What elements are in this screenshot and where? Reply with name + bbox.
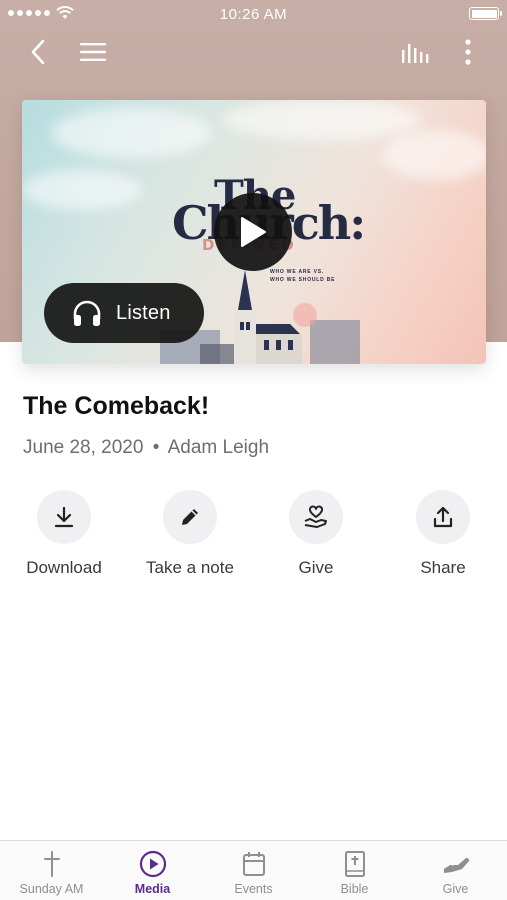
- meta-separator: •: [152, 437, 160, 458]
- share-icon: [433, 506, 453, 528]
- take-note-label: Take a note: [146, 558, 234, 577]
- chevron-left-icon: [31, 39, 45, 65]
- menu-button[interactable]: [74, 34, 112, 70]
- tab-sunday-am[interactable]: Sunday AM: [1, 841, 102, 900]
- bible-icon: [344, 851, 365, 877]
- pencil-icon-circle: [163, 490, 217, 544]
- give-action-button[interactable]: Give: [253, 490, 379, 578]
- calendar-icon: [242, 852, 265, 876]
- tab-bible-label: Bible: [340, 882, 369, 896]
- sermon-meta: June 28, 2020 • Adam Leigh: [23, 437, 269, 459]
- heart-hand-icon: [304, 505, 327, 528]
- download-icon-circle: [37, 490, 91, 544]
- tab-give-label: Give: [442, 882, 469, 896]
- listen-label: Listen: [116, 301, 171, 324]
- share-label: Share: [420, 558, 466, 577]
- battery-icon: [469, 7, 502, 20]
- status-time: 10:26 AM: [219, 6, 288, 23]
- tab-sunday-am-label: Sunday AM: [19, 882, 84, 896]
- download-button[interactable]: Download: [1, 490, 127, 578]
- tab-events-label: Events: [234, 882, 273, 896]
- audio-levels-button[interactable]: [396, 34, 434, 70]
- pencil-icon: [182, 509, 198, 525]
- status-bar: 10:26 AM: [0, 0, 507, 28]
- hamburger-menu-icon: [80, 43, 106, 61]
- sermon-title: The Comeback!: [23, 392, 210, 420]
- tab-media[interactable]: Media: [102, 841, 203, 900]
- give-action-label: Give: [298, 558, 334, 577]
- share-button[interactable]: Share: [380, 490, 506, 578]
- sermon-date: June 28, 2020: [23, 437, 144, 458]
- action-row: Download Take a note Give Share: [0, 490, 507, 590]
- tab-events[interactable]: Events: [203, 841, 304, 900]
- take-note-button[interactable]: Take a note: [127, 490, 253, 578]
- download-icon: [54, 506, 74, 528]
- listen-button[interactable]: Listen: [44, 283, 204, 343]
- tab-give[interactable]: Give: [405, 841, 506, 900]
- play-button[interactable]: [214, 193, 292, 271]
- back-button[interactable]: [22, 34, 54, 70]
- tab-media-label: Media: [134, 882, 171, 896]
- tab-bar: Sunday AM Media Events Bible Give: [0, 840, 507, 900]
- sermon-speaker: Adam Leigh: [167, 437, 270, 458]
- download-label: Download: [26, 558, 102, 577]
- headphones-icon: [73, 300, 101, 326]
- sermon-artwork[interactable]: The Church: DEFINED WHO WE ARE VS. WHO W…: [22, 100, 486, 364]
- share-icon-circle: [416, 490, 470, 544]
- equalizer-icon: [402, 44, 429, 63]
- give-hand-icon: [443, 857, 469, 873]
- play-circle-icon: [139, 850, 166, 878]
- vertical-ellipsis-icon: [465, 39, 471, 65]
- heart-hand-icon-circle: [289, 490, 343, 544]
- play-icon: [241, 217, 266, 247]
- more-options-button[interactable]: [452, 34, 484, 70]
- tab-bible[interactable]: Bible: [304, 841, 405, 900]
- cross-icon: [43, 851, 60, 877]
